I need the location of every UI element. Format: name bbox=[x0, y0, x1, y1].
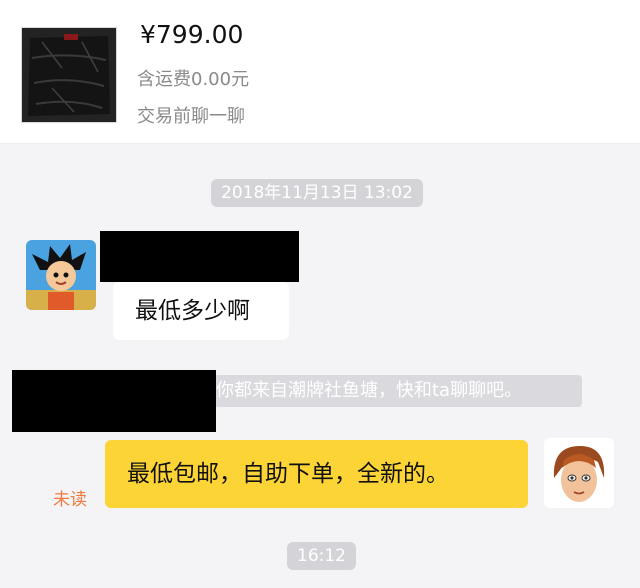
incoming-message-bubble[interactable]: 最低多少啊 bbox=[113, 282, 289, 340]
seller-avatar[interactable] bbox=[544, 438, 614, 508]
chat-before-trade-link[interactable]: 交易前聊一聊 bbox=[137, 102, 245, 128]
product-header[interactable]: ¥799.00 含运费0.00元 交易前聊一聊 bbox=[0, 0, 640, 144]
product-thumbnail[interactable] bbox=[21, 27, 117, 123]
redacted-block bbox=[12, 370, 216, 432]
timestamp-pill: 16:12 bbox=[287, 542, 356, 570]
message-text: 最低包邮，自助下单，全新的。 bbox=[127, 461, 449, 487]
system-notice: ⁣你都来自潮牌社鱼塘，快和ta聊聊吧。 bbox=[214, 375, 582, 407]
product-price: ¥799.00 bbox=[140, 20, 244, 49]
outgoing-message-bubble[interactable]: 最低包邮，自助下单，全新的。 bbox=[105, 440, 528, 508]
message-text: 最低多少啊 bbox=[135, 298, 250, 324]
buyer-avatar[interactable] bbox=[26, 240, 96, 310]
unread-status: 未读 bbox=[53, 490, 87, 510]
timestamp-pill: 2018年11月13日 13:02 bbox=[211, 179, 423, 207]
redacted-username bbox=[100, 231, 299, 282]
shipping-fee: 含运费0.00元 bbox=[137, 69, 250, 90]
